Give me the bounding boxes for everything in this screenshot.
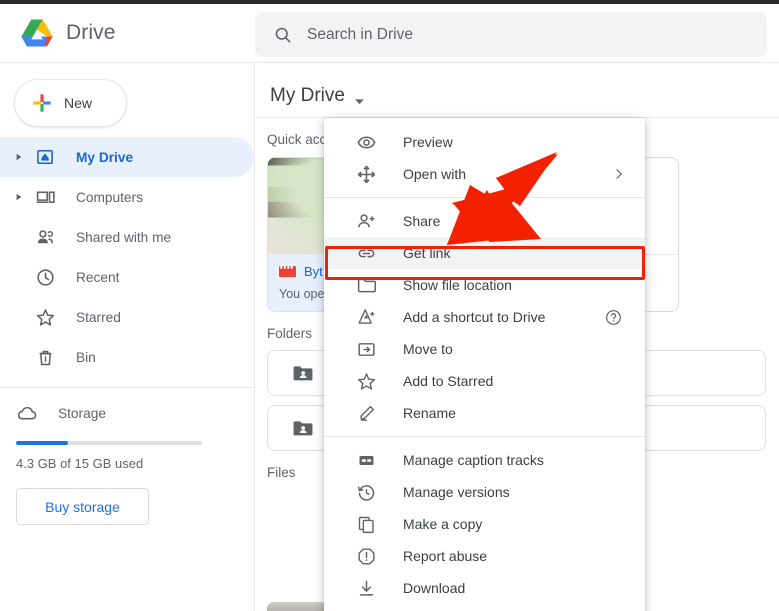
page-title: My Drive <box>270 85 345 107</box>
sidebar-item-starred[interactable]: Starred <box>0 297 254 337</box>
menu-item-label: Share <box>403 213 440 229</box>
storage-progress-fill <box>16 441 68 445</box>
storage-progress-track <box>16 441 202 445</box>
video-file-icon <box>279 265 296 278</box>
menu-item-move-to[interactable]: Move to <box>324 333 645 365</box>
expand-caret-icon[interactable] <box>10 153 28 161</box>
menu-item-label: Download <box>403 580 465 596</box>
eye-icon <box>355 131 377 153</box>
menu-divider <box>324 197 645 198</box>
person-add-icon <box>355 210 377 232</box>
buy-storage-button[interactable]: Buy storage <box>16 488 149 525</box>
sidebar-nav: My Drive Computers <box>0 137 254 377</box>
menu-item-manage-caption-tracks[interactable]: Manage caption tracks <box>324 444 645 476</box>
sidebar-item-label-my-drive: My Drive <box>76 150 133 165</box>
new-button[interactable]: New <box>14 79 127 127</box>
new-button-label: New <box>64 95 92 111</box>
menu-item-show-file-location[interactable]: Show file location <box>324 269 645 301</box>
menu-item-label: Preview <box>403 134 453 150</box>
pencil-icon <box>355 402 377 424</box>
download-icon <box>355 577 377 599</box>
link-icon <box>355 242 377 264</box>
open-with-icon <box>355 163 377 185</box>
star-icon <box>34 306 56 328</box>
menu-item-get-link[interactable]: Get link <box>324 237 645 269</box>
shared-folder-icon <box>292 364 314 382</box>
menu-item-open-with[interactable]: Open with <box>324 158 645 190</box>
sidebar-item-label-computers: Computers <box>76 190 143 205</box>
folder-icon <box>355 274 377 296</box>
trash-icon <box>34 346 56 368</box>
sidebar-item-shared-with-me[interactable]: Shared with me <box>0 217 254 257</box>
card-name-video: Byt <box>304 264 323 279</box>
menu-item-share[interactable]: Share <box>324 205 645 237</box>
menu-item-report-abuse[interactable]: Report abuse <box>324 540 645 572</box>
sidebar-item-label-shared-with-me: Shared with me <box>76 230 171 245</box>
sidebar-item-bin[interactable]: Bin <box>0 337 254 377</box>
menu-item-label: Report abuse <box>403 548 487 564</box>
brand-title: Drive <box>66 21 116 45</box>
star-icon <box>355 370 377 392</box>
shortcut-icon <box>355 306 377 328</box>
app-header: Drive <box>0 4 779 62</box>
search-icon <box>273 25 293 45</box>
shared-folder-icon <box>292 419 314 437</box>
menu-item-label: Show file location <box>403 277 512 293</box>
history-icon <box>355 481 377 503</box>
sidebar-item-recent[interactable]: Recent <box>0 257 254 297</box>
storage-label: Storage <box>58 406 106 421</box>
warning-icon <box>355 545 377 567</box>
submenu-chevron-right-icon <box>615 168 623 180</box>
cc-icon <box>355 449 377 471</box>
sidebar-item-my-drive[interactable]: My Drive <box>0 137 254 177</box>
chevron-down-icon[interactable] <box>354 92 365 99</box>
menu-item-add-shortcut-to-drive[interactable]: Add a shortcut to Drive <box>324 301 645 333</box>
help-icon[interactable] <box>604 308 623 327</box>
menu-item-label: Make a copy <box>403 516 482 532</box>
sidebar-item-label-recent: Recent <box>76 270 119 285</box>
menu-item-label: Get link <box>403 245 450 261</box>
search-input[interactable] <box>307 26 707 44</box>
context-menu: Preview Open with <box>324 118 645 611</box>
cloud-icon <box>16 402 38 424</box>
storage-section: Storage 4.3 GB of 15 GB used Buy storage <box>0 388 254 525</box>
plus-icon <box>31 92 53 114</box>
copy-icon <box>355 513 377 535</box>
shared-with-me-icon <box>34 226 56 248</box>
my-drive-icon <box>34 146 56 168</box>
menu-item-preview[interactable]: Preview <box>324 126 645 158</box>
menu-item-label: Manage versions <box>403 484 510 500</box>
menu-item-download[interactable]: Download <box>324 572 645 604</box>
search-bar[interactable] <box>255 12 767 57</box>
drive-app-window: Drive New <box>0 0 779 611</box>
menu-item-rename[interactable]: Rename <box>324 397 645 429</box>
page-title-row[interactable]: My Drive <box>256 63 779 111</box>
brand-area[interactable]: Drive <box>0 4 255 62</box>
sidebar-item-computers[interactable]: Computers <box>0 177 254 217</box>
sidebar-item-label-starred: Starred <box>76 310 121 325</box>
storage-used-text: 4.3 GB of 15 GB used <box>16 456 254 471</box>
sidebar: New My Drive <box>0 63 255 611</box>
menu-item-label: Move to <box>403 341 453 357</box>
menu-item-label: Manage caption tracks <box>403 452 544 468</box>
computers-icon <box>34 186 56 208</box>
menu-item-manage-versions[interactable]: Manage versions <box>324 476 645 508</box>
menu-item-label: Add a shortcut to Drive <box>403 309 545 325</box>
sidebar-item-label-bin: Bin <box>76 350 96 365</box>
move-to-icon <box>355 338 377 360</box>
menu-divider <box>324 436 645 437</box>
clock-icon <box>34 266 56 288</box>
menu-item-label: Open with <box>403 166 466 182</box>
expand-caret-icon[interactable] <box>10 193 28 201</box>
menu-item-add-to-starred[interactable]: Add to Starred <box>324 365 645 397</box>
google-drive-logo-icon <box>20 18 54 48</box>
menu-item-label: Add to Starred <box>403 373 493 389</box>
menu-item-make-a-copy[interactable]: Make a copy <box>324 508 645 540</box>
storage-header[interactable]: Storage <box>16 402 254 424</box>
menu-item-label: Rename <box>403 405 456 421</box>
